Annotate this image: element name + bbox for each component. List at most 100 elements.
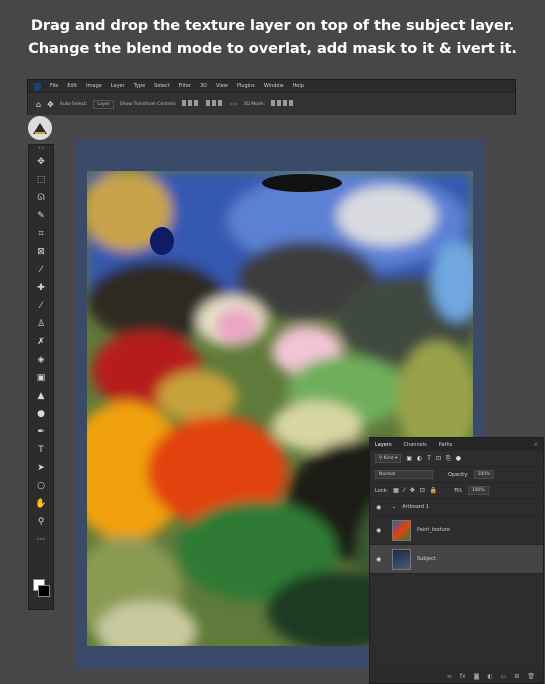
new-layer-icon[interactable]: ⊞ [514, 673, 519, 680]
more-options-icon[interactable]: ··· [230, 100, 238, 109]
add-mask-icon[interactable]: ◙ [474, 673, 480, 680]
transform-controls-checkbox[interactable]: Show Transform Controls [120, 102, 176, 107]
menu-layer[interactable]: Layer [111, 83, 125, 89]
layers-footer: ∞ fx ◙ ◐ ▭ ⊞ 🗑 [370, 669, 543, 683]
zoom-tool-icon[interactable]: ⚲ [29, 513, 53, 531]
lock-all-icon[interactable]: 🔒 [430, 487, 437, 494]
blend-row: Normal Opacity: 100% [370, 467, 543, 483]
lock-transparent-icon[interactable]: ▦ [393, 487, 399, 494]
panel-menu-icon[interactable]: ≡ [534, 442, 538, 448]
pixel-filter-icon[interactable]: ▣ [406, 455, 412, 462]
tab-paths[interactable]: Paths [439, 442, 453, 448]
adjustment-layer-icon[interactable]: ◐ [487, 673, 492, 680]
background-color-swatch[interactable] [38, 585, 50, 597]
fill-field[interactable]: 100% [467, 486, 489, 495]
artboard-row[interactable]: ◉ ⌄ Artboard 1 [370, 499, 543, 516]
type-tool-icon[interactable]: T [29, 441, 53, 459]
frame-tool-icon[interactable]: ⊠ [29, 243, 53, 261]
3d-icons[interactable] [271, 100, 295, 108]
menu-file[interactable]: File [50, 83, 58, 89]
blend-mode-dropdown[interactable]: Normal [375, 470, 433, 479]
menu-view[interactable]: View [216, 83, 228, 89]
marquee-tool-icon[interactable]: ⬚ [29, 171, 53, 189]
auto-select-dropdown[interactable]: Layer [93, 99, 114, 109]
history-brush-tool-icon[interactable]: ✗ [29, 333, 53, 351]
layers-panel: Layers Channels Paths ≡ ⚲ Kind ▾ ▣ ◐ T ⊡… [369, 437, 544, 684]
caption-line-1: Drag and drop the texture layer on top o… [30, 17, 515, 34]
new-group-icon[interactable]: ▭ [501, 673, 507, 680]
brush-tool-icon[interactable]: ⁄ [29, 297, 53, 315]
crop-tool-icon[interactable]: ⌗ [29, 225, 53, 243]
menu-plugins[interactable]: Plugins [237, 83, 255, 89]
artboard-name: Artboard 1 [402, 504, 429, 510]
layer-name: Paint_texture [417, 527, 450, 533]
blur-tool-icon[interactable]: ▲ [29, 387, 53, 405]
chevron-down-icon[interactable]: ⌄ [392, 504, 396, 510]
lock-row: Lock: ▦ ⁄ ✥ ⊡ 🔒 Fill: 100% [370, 483, 543, 499]
align-icons[interactable] [181, 100, 200, 108]
healing-tool-icon[interactable]: ✚ [29, 279, 53, 297]
3d-mode-label: 3D Mode: [243, 101, 266, 107]
lock-label: Lock: [375, 487, 389, 494]
hand-tool-icon[interactable]: ✋ [29, 495, 53, 513]
menu-3d[interactable]: 3D [200, 83, 207, 89]
gradient-tool-icon[interactable]: ▣ [29, 369, 53, 387]
menu-filter[interactable]: Filter [179, 83, 191, 89]
adjustment-filter-icon[interactable]: ◐ [417, 455, 422, 462]
move-tool-icon[interactable]: ✥ [29, 153, 53, 171]
tools-panel: •• ✥ ⬚ ᘏ ✎ ⌗ ⊠ ⁄ ✚ ⁄ ♙ ✗ ◈ ▣ ▲ ● ✒ T ➤ ○… [28, 144, 54, 610]
kind-label: Kind [383, 456, 394, 461]
fx-icon[interactable]: fx [460, 673, 466, 680]
opacity-label: Opacity: [448, 471, 469, 478]
visibility-eye-icon[interactable]: ◉ [376, 527, 386, 534]
tutorial-caption: Drag and drop the texture layer on top o… [0, 14, 545, 60]
layer-name: Subject [417, 556, 436, 562]
options-bar: ⌂ ✥ Auto-Select: Layer Show Transform Co… [28, 92, 515, 115]
layers-panel-tabs: Layers Channels Paths ≡ [370, 438, 543, 451]
eyedropper-tool-icon[interactable]: ⁄ [29, 261, 53, 279]
layer-thumbnail [392, 519, 411, 541]
auto-select-checkbox[interactable]: Auto-Select: [60, 102, 88, 107]
grip-icon[interactable]: •• [29, 145, 53, 153]
path-select-tool-icon[interactable]: ➤ [29, 459, 53, 477]
shape-filter-icon[interactable]: ⊡ [436, 455, 441, 462]
quick-select-tool-icon[interactable]: ✎ [29, 207, 53, 225]
menu-bar: File Edit Image Layer Type Select Filter… [28, 80, 515, 92]
smart-object-filter-icon[interactable]: ⎘ [446, 455, 451, 463]
brand-logo-icon [28, 116, 52, 140]
lock-position-icon[interactable]: ✥ [410, 487, 415, 494]
shape-tool-icon[interactable]: ○ [29, 477, 53, 495]
tab-layers[interactable]: Layers [375, 442, 392, 448]
menu-select[interactable]: Select [154, 83, 169, 89]
tab-channels[interactable]: Channels [404, 442, 427, 448]
move-tool-icon[interactable]: ✥ [47, 100, 54, 109]
menu-edit[interactable]: Edit [67, 83, 77, 89]
filter-toggle-icon[interactable]: ● [456, 455, 461, 462]
menu-help[interactable]: Help [293, 83, 304, 89]
lock-image-icon[interactable]: ⁄ [404, 487, 405, 494]
home-icon[interactable]: ⌂ [36, 100, 41, 109]
menu-type[interactable]: Type [134, 83, 145, 89]
more-tools-icon[interactable]: ··· [29, 531, 53, 549]
dodge-tool-icon[interactable]: ● [29, 405, 53, 423]
link-icon[interactable]: ∞ [447, 673, 452, 680]
menu-image[interactable]: Image [86, 83, 102, 89]
caption-line-2: Change the blend mode to overlat, add ma… [28, 40, 517, 57]
lock-artboard-icon[interactable]: ⊡ [420, 487, 425, 494]
kind-filter-dropdown[interactable]: ⚲ Kind ▾ [375, 454, 402, 463]
menu-window[interactable]: Window [264, 83, 284, 89]
ps-logo-icon [34, 82, 41, 90]
eraser-tool-icon[interactable]: ◈ [29, 351, 53, 369]
layer-row-subject[interactable]: ◉ Subject [370, 545, 543, 574]
opacity-field[interactable]: 100% [473, 470, 495, 479]
stamp-tool-icon[interactable]: ♙ [29, 315, 53, 333]
distribute-icons[interactable] [205, 100, 224, 108]
delete-icon[interactable]: 🗑 [527, 673, 535, 680]
type-filter-icon[interactable]: T [427, 455, 431, 462]
visibility-eye-icon[interactable]: ◉ [376, 504, 386, 511]
visibility-eye-icon[interactable]: ◉ [376, 556, 386, 563]
pen-tool-icon[interactable]: ✒ [29, 423, 53, 441]
lasso-tool-icon[interactable]: ᘏ [29, 189, 53, 207]
photoshop-app-bar: File Edit Image Layer Type Select Filter… [27, 79, 516, 115]
layer-row-paint-texture[interactable]: ◉ Paint_texture [370, 516, 543, 545]
